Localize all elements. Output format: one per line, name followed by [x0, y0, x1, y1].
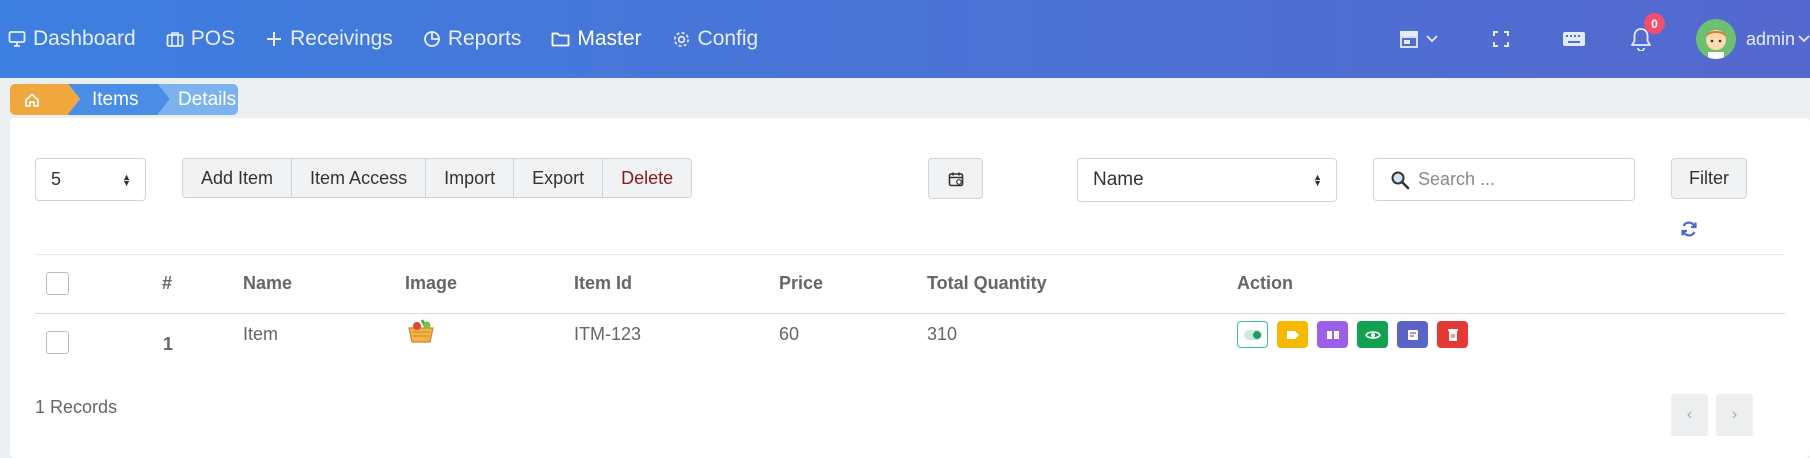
add-item-button[interactable]: Add Item — [183, 159, 293, 197]
prev-page-button[interactable]: ‹ — [1671, 394, 1708, 436]
toggle-status-button[interactable] — [1237, 321, 1268, 348]
top-navbar: Dashboard POS Receivings Reports Master … — [0, 0, 1810, 78]
eye-icon — [1364, 330, 1381, 339]
item-access-button[interactable]: Item Access — [292, 159, 427, 197]
breadcrumb-details-label: Details — [178, 88, 237, 110]
header-bottom-divider — [35, 313, 1785, 314]
search-placeholder: Search ... — [1418, 169, 1496, 189]
sort-by-value: Name — [1093, 169, 1144, 190]
breadcrumb-items[interactable]: Items — [68, 84, 170, 115]
user-avatar-icon — [1695, 19, 1736, 59]
breadcrumb: Items Details — [10, 84, 238, 115]
action-button-group: Add Item Item Access Import Export Delet… — [182, 158, 693, 198]
plus-icon — [267, 32, 282, 46]
barcode-icon — [1326, 330, 1339, 339]
row-item-id: ITM-123 — [574, 324, 642, 344]
toggle-icon — [1243, 329, 1262, 340]
select-arrows-icon: ▲ ▼ — [1313, 172, 1322, 188]
tag-icon — [1286, 330, 1299, 339]
briefcase-icon — [166, 32, 184, 47]
fullscreen-icon — [1492, 31, 1509, 47]
nav-master-label: Master — [577, 27, 642, 50]
nav-config[interactable]: Config — [672, 27, 759, 51]
row-total-quantity: 310 — [927, 324, 958, 344]
fullscreen-button[interactable] — [1492, 30, 1510, 48]
search-input[interactable]: Search ... — [1373, 158, 1635, 201]
col-header-total-quantity[interactable]: Total Quantity — [927, 273, 1047, 294]
col-header-price[interactable]: Price — [779, 273, 823, 294]
per-page-value: 5 — [51, 169, 62, 189]
breadcrumb-details: Details — [158, 84, 238, 115]
pie-chart-icon — [423, 31, 440, 47]
breadcrumb-home[interactable] — [10, 84, 80, 115]
date-filter-button[interactable] — [928, 158, 983, 199]
col-header-action: Action — [1237, 273, 1293, 293]
next-page-button[interactable]: › — [1716, 394, 1753, 436]
notification-badge: 0 — [1643, 13, 1665, 34]
col-header-item-id[interactable]: Item Id — [574, 273, 632, 294]
records-count: 1 Records — [35, 397, 118, 417]
items-card: 5 ▲ ▼ Add Item Item Access Import Export … — [10, 118, 1810, 458]
row-name: Item — [243, 324, 279, 344]
row-num: 1 — [163, 334, 174, 354]
row-price: 60 — [779, 324, 800, 344]
username-label: admin — [1745, 28, 1795, 49]
tag-button[interactable] — [1277, 321, 1308, 348]
notifications-button[interactable]: 0 — [1630, 13, 1665, 51]
col-header-name[interactable]: Name — [243, 273, 292, 294]
avatar[interactable] — [1695, 19, 1736, 59]
chevron-down-icon — [1798, 35, 1810, 43]
store-dropdown[interactable] — [1398, 29, 1438, 49]
filter-button[interactable]: Filter — [1671, 158, 1747, 199]
nav-dashboard[interactable]: Dashboard — [8, 27, 136, 51]
nav-reports-label: Reports — [447, 27, 522, 50]
chevron-down-icon — [1426, 35, 1438, 43]
monitor-icon — [8, 31, 26, 47]
nav-pos[interactable]: POS — [166, 27, 235, 51]
note-icon — [1407, 329, 1418, 340]
home-icon — [25, 93, 39, 107]
gear-icon — [673, 31, 689, 47]
user-menu[interactable]: admin — [1746, 29, 1810, 50]
refresh-button[interactable] — [1680, 220, 1698, 243]
keyboard-icon — [1562, 32, 1585, 46]
refresh-icon — [1681, 221, 1697, 237]
header-top-divider — [35, 254, 1785, 255]
store-icon — [1399, 31, 1418, 48]
select-arrows-icon: ▲ ▼ — [122, 171, 131, 188]
nav-dashboard-label: Dashboard — [33, 27, 136, 50]
folder-icon — [551, 32, 570, 47]
trash-icon — [1447, 328, 1458, 341]
nav-config-label: Config — [697, 27, 759, 50]
nav-receivings-label: Receivings — [290, 27, 393, 50]
row-actions — [1237, 321, 1477, 348]
view-button[interactable] — [1357, 321, 1388, 348]
basket-image — [406, 318, 436, 349]
sort-by-select[interactable]: Name ▲ ▼ — [1077, 158, 1337, 202]
per-page-select[interactable]: 5 ▲ ▼ — [35, 158, 146, 201]
delete-row-button[interactable] — [1437, 321, 1468, 348]
search-icon — [1391, 171, 1410, 189]
keyboard-button[interactable] — [1562, 31, 1586, 47]
col-header-num[interactable]: # — [162, 273, 172, 294]
delete-button[interactable]: Delete — [603, 159, 692, 197]
nav-pos-label: POS — [190, 27, 236, 50]
nav-receivings[interactable]: Receivings — [265, 27, 393, 51]
row-checkbox[interactable] — [46, 331, 69, 354]
nav-master[interactable]: Master — [551, 27, 642, 51]
calendar-icon — [948, 172, 963, 186]
nav-reports[interactable]: Reports — [423, 27, 522, 51]
select-all-checkbox[interactable] — [46, 272, 69, 295]
breadcrumb-items-label: Items — [92, 88, 139, 110]
import-button[interactable]: Import — [426, 159, 515, 197]
barcode-button[interactable] — [1317, 321, 1348, 348]
col-header-image: Image — [405, 273, 458, 293]
notes-button[interactable] — [1397, 321, 1428, 348]
export-button[interactable]: Export — [514, 159, 604, 197]
